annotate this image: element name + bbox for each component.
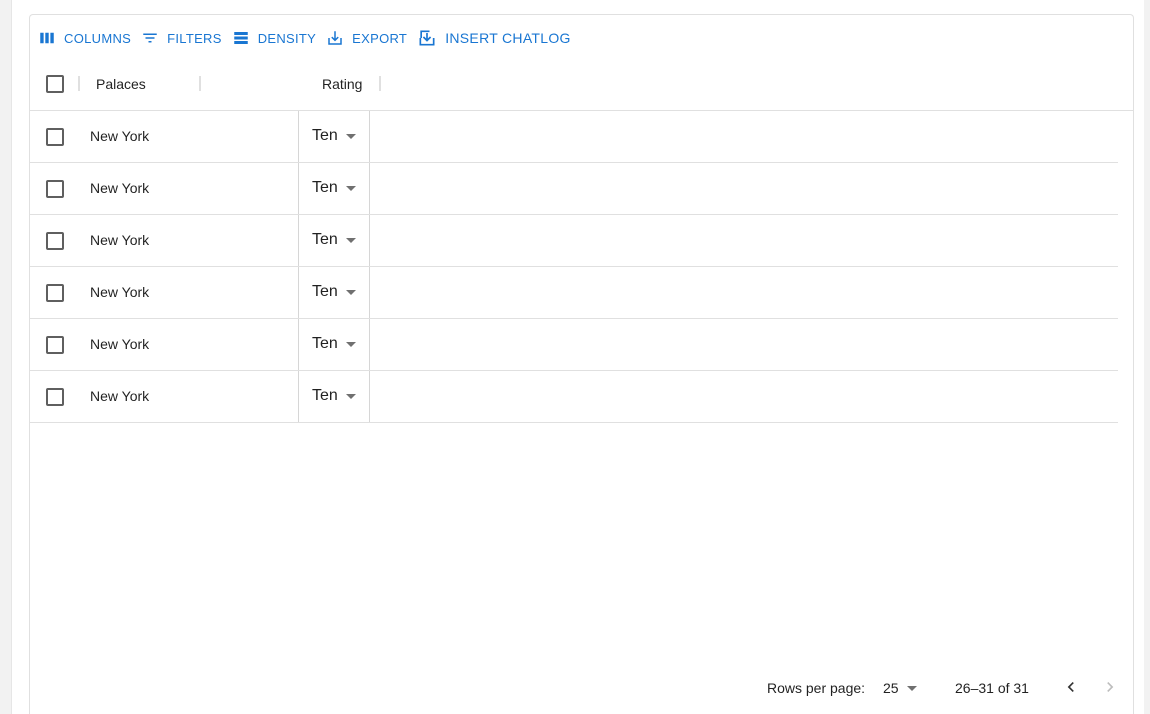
table-row[interactable]: New York Ten [30, 267, 1118, 319]
rows-per-page-value: 25 [883, 680, 899, 696]
density-icon [233, 32, 248, 44]
rating-select[interactable]: Ten [298, 111, 370, 162]
column-separator[interactable] [199, 76, 201, 91]
row-checkbox[interactable] [46, 180, 64, 198]
arrow-drop-down-icon [907, 686, 917, 691]
column-separator[interactable] [78, 76, 80, 91]
table-row[interactable]: New York Ten [30, 111, 1118, 163]
rating-value: Ten [312, 283, 338, 300]
density-label: Density [257, 30, 317, 46]
rating-select[interactable]: Ten [298, 215, 370, 266]
palace-cell[interactable]: New York [90, 128, 149, 144]
filter-list-icon [143, 33, 157, 43]
table-row[interactable]: New York Ten [30, 163, 1118, 215]
column-header-palaces[interactable]: Palaces [96, 76, 146, 92]
right-edge-strip [1144, 0, 1150, 714]
arrow-drop-down-icon [346, 394, 356, 399]
arrow-drop-down-icon [346, 186, 356, 191]
table-row[interactable]: New York Ten [30, 371, 1118, 423]
rating-select[interactable]: Ten [298, 319, 370, 370]
arrow-drop-down-icon [346, 342, 356, 347]
row-checkbox[interactable] [46, 284, 64, 302]
arrow-drop-down-icon [346, 134, 356, 139]
columns-label: Columns [64, 30, 132, 46]
rating-value: Ten [312, 387, 338, 404]
rating-value: Ten [312, 179, 338, 196]
chevron-left-icon [1067, 682, 1074, 692]
palace-cell[interactable]: New York [90, 388, 149, 404]
palace-cell[interactable]: New York [90, 284, 149, 300]
column-header-rating[interactable]: Rating [322, 76, 362, 92]
download-icon [328, 31, 342, 45]
view-column-icon [40, 32, 54, 44]
rating-value: Ten [312, 231, 338, 248]
row-checkbox[interactable] [46, 336, 64, 354]
arrow-drop-down-icon [346, 290, 356, 295]
pagination-footer: Rows per page: 25 26–31 of 31 [30, 673, 1133, 703]
row-checkbox[interactable] [46, 232, 64, 250]
row-checkbox[interactable] [46, 128, 64, 146]
table-row[interactable]: New York Ten [30, 319, 1118, 371]
rating-select[interactable]: Ten [298, 267, 370, 318]
filters-button[interactable]: Filters [141, 29, 222, 47]
rating-value: Ten [312, 127, 338, 144]
palace-cell[interactable]: New York [90, 232, 149, 248]
column-separator[interactable] [379, 76, 381, 91]
grid-toolbar: Columns Filters Density Export Insert Ch… [30, 26, 581, 50]
left-sidebar-strip [0, 0, 12, 714]
column-header-row: Palaces Rating [30, 61, 1133, 111]
row-checkbox[interactable] [46, 388, 64, 406]
filters-label: Filters [167, 30, 222, 46]
export-label: Export [352, 30, 408, 46]
table-row[interactable]: New York Ten [30, 215, 1118, 267]
export-button[interactable]: Export [326, 29, 407, 47]
save-alt-icon [419, 30, 435, 46]
rating-select[interactable]: Ten [298, 371, 370, 422]
columns-button[interactable]: Columns [38, 29, 131, 47]
chevron-right-icon [1107, 682, 1114, 692]
insert-chatlog-label: Insert Chatlog [445, 30, 571, 46]
data-grid: Columns Filters Density Export Insert Ch… [29, 14, 1134, 714]
select-all-checkbox[interactable] [46, 75, 64, 93]
rating-select[interactable]: Ten [298, 163, 370, 214]
palace-cell[interactable]: New York [90, 180, 149, 196]
pagination-range: 26–31 of 31 [955, 680, 1029, 696]
rating-value: Ten [312, 335, 338, 352]
insert-chatlog-button[interactable]: Insert Chatlog [417, 28, 571, 48]
previous-page-button[interactable] [1061, 677, 1081, 697]
next-page-button[interactable] [1100, 677, 1120, 697]
density-button[interactable]: Density [232, 29, 316, 47]
rows-per-page-label: Rows per page: [767, 680, 866, 696]
palace-cell[interactable]: New York [90, 336, 149, 352]
rows-per-page-select[interactable]: 25 [883, 673, 923, 703]
arrow-drop-down-icon [346, 238, 356, 243]
